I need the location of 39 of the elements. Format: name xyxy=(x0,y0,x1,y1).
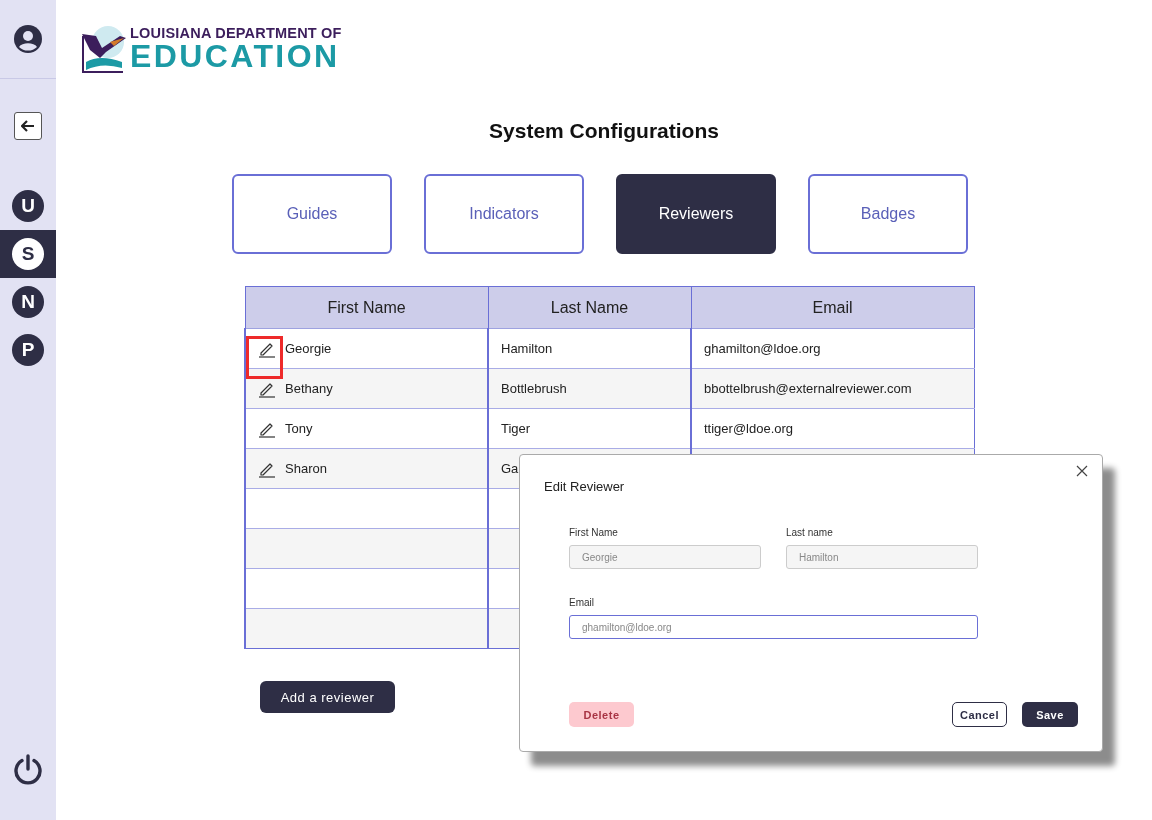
field-label: Email xyxy=(569,597,595,608)
field-label: First Name xyxy=(569,527,619,538)
table-cell: bbottelbrush@externalreviewer.com xyxy=(704,381,912,396)
table-cell: Bottlebrush xyxy=(501,381,567,396)
logo-text: LOUISIANA DEPARTMENT OF xyxy=(130,25,342,41)
cancel-button[interactable]: Cancel xyxy=(952,702,1007,727)
nav-button[interactable]: P xyxy=(12,334,44,366)
table-cell: ghamilton@ldoe.org xyxy=(704,341,821,356)
column-header: Email xyxy=(691,286,974,329)
table-cell: ttiger@ldoe.org xyxy=(704,421,794,436)
field-label: Last name xyxy=(786,527,834,538)
column-header: Last Name xyxy=(488,286,691,329)
page-title: System Configurations xyxy=(488,119,720,143)
nav-button[interactable]: S xyxy=(12,238,44,270)
power-icon[interactable] xyxy=(12,754,44,786)
table-cell: Tiger xyxy=(501,421,531,436)
table-cell: Tony xyxy=(285,421,313,436)
tab[interactable]: Reviewers xyxy=(616,174,776,254)
tab[interactable]: Indicators xyxy=(424,174,584,254)
table-cell: Georgie xyxy=(285,341,332,356)
tab[interactable]: Guides xyxy=(232,174,392,254)
table-cell: Sharon xyxy=(285,461,327,476)
table-cell: Ga xyxy=(501,461,519,476)
nav-button[interactable]: U xyxy=(12,190,44,222)
close-icon[interactable] xyxy=(1076,465,1088,477)
logo-text: EDUCATION xyxy=(130,41,341,71)
user-icon[interactable] xyxy=(14,25,42,53)
table-cell: Bethany xyxy=(285,381,333,396)
delete-button[interactable]: Delete xyxy=(569,702,634,727)
table-cell: Hamilton xyxy=(501,341,553,356)
tab[interactable]: Badges xyxy=(808,174,968,254)
back-button[interactable] xyxy=(14,112,42,140)
nav-button[interactable]: N xyxy=(12,286,44,318)
input-field[interactable]: ghamilton@ldoe.org xyxy=(569,615,978,639)
save-button[interactable]: Save xyxy=(1022,702,1078,727)
dialog-title: Edit Reviewer xyxy=(544,479,626,494)
add-reviewer-button[interactable]: Add a reviewer xyxy=(260,681,395,713)
left-arrow-icon xyxy=(21,120,35,132)
column-header: First Name xyxy=(245,286,488,329)
